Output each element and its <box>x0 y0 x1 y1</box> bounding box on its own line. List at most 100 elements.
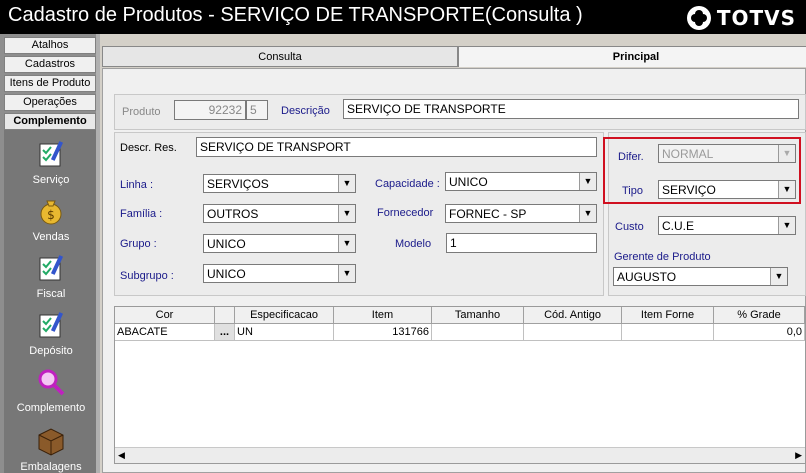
difer-value: NORMAL <box>662 147 714 161</box>
chevron-down-icon[interactable]: ▼ <box>778 145 795 162</box>
nav-operacoes[interactable]: Operações <box>4 94 96 111</box>
tab-bar: Consulta Principal <box>100 46 806 68</box>
menu-item-label: Embalagens <box>20 461 82 473</box>
grid-header-lookup[interactable] <box>215 307 235 324</box>
grid-header-item-forne[interactable]: Item Forne <box>622 307 714 324</box>
scroll-left-icon[interactable]: ◀ <box>118 450 125 461</box>
tipo-value: SERVIÇO <box>662 183 716 197</box>
subgrupo-value: UNICO <box>207 267 246 281</box>
produto-digit-field[interactable]: 5 <box>246 100 268 120</box>
fornecedor-select[interactable]: FORNEC - SP ▼ <box>445 204 597 223</box>
checklist-icon <box>39 255 64 281</box>
gerente-label: Gerente de Produto <box>614 251 711 263</box>
descr-res-field[interactable]: SERVIÇO DE TRANSPORT <box>196 137 597 157</box>
menu-item-label: Fiscal <box>36 288 66 300</box>
gerente-select[interactable]: AUGUSTO ▼ <box>613 267 788 286</box>
box-icon <box>38 428 64 456</box>
linha-label: Linha : <box>120 179 154 191</box>
nav-itens-de-produto[interactable]: Itens de Produto <box>4 75 96 92</box>
capacidade-value: UNICO <box>449 175 488 189</box>
grid-header-item[interactable]: Item <box>334 307 432 324</box>
tab-consulta[interactable]: Consulta <box>102 46 458 67</box>
menu-item-label: Depósito <box>29 345 73 357</box>
custo-label: Custo <box>615 221 644 233</box>
scroll-right-icon[interactable]: ▶ <box>795 450 802 461</box>
familia-value: OUTROS <box>207 207 259 221</box>
window-title: Cadastro de Produtos - SERVIÇO DE TRANSP… <box>8 4 583 26</box>
menu-item-servico[interactable]: Serviço <box>4 138 98 186</box>
chevron-down-icon[interactable]: ▼ <box>770 268 787 285</box>
chevron-down-icon[interactable]: ▼ <box>338 205 355 222</box>
fornecedor-value: FORNEC - SP <box>449 207 527 221</box>
descricao-field[interactable]: SERVIÇO DE TRANSPORTE <box>343 99 799 119</box>
sidebar-menu: Serviço $ Vendas Fiscal Depósito Complem… <box>4 130 98 473</box>
grid-cell-item-forne[interactable] <box>622 324 714 341</box>
grid-header-tamanho[interactable]: Tamanho <box>432 307 524 324</box>
difer-label: Difer. <box>618 151 644 163</box>
menu-item-deposito[interactable]: Depósito <box>4 309 98 357</box>
difer-select[interactable]: NORMAL ▼ <box>658 144 796 163</box>
custo-select[interactable]: C.U.E ▼ <box>658 216 796 235</box>
totvs-logo-text: TOTVS <box>716 6 796 30</box>
nav-complemento[interactable]: Complemento <box>4 113 96 130</box>
chevron-down-icon[interactable]: ▼ <box>579 205 596 222</box>
sidebar-scrollbar[interactable] <box>96 34 100 473</box>
menu-item-fiscal[interactable]: Fiscal <box>4 252 98 300</box>
descricao-label: Descrição <box>281 105 330 117</box>
menu-item-embalagens[interactable]: Embalagens <box>4 425 98 473</box>
chevron-down-icon[interactable]: ▼ <box>778 181 795 198</box>
product-grid[interactable]: Cor Especificacao Item Tamanho Cód. Anti… <box>114 306 806 464</box>
checklist-icon <box>39 141 64 167</box>
grid-cell-cod-antigo[interactable] <box>524 324 622 341</box>
totvs-logo-icon <box>686 6 711 30</box>
grid-header-cod-antigo[interactable]: Cód. Antigo <box>524 307 622 324</box>
grid-header-grade[interactable]: % Grade <box>714 307 805 324</box>
title-bar: Cadastro de Produtos - SERVIÇO DE TRANSP… <box>0 0 806 34</box>
tipo-select[interactable]: SERVIÇO ▼ <box>658 180 796 199</box>
checklist-icon <box>39 312 64 338</box>
grid-cell-especificacao[interactable]: UN <box>235 324 334 341</box>
grid-header-especificacao[interactable]: Especificacao <box>235 307 334 324</box>
fornecedor-label: Fornecedor <box>377 207 434 219</box>
custo-value: C.U.E <box>662 219 695 233</box>
grid-cell-tamanho[interactable] <box>432 324 524 341</box>
chevron-down-icon[interactable]: ▼ <box>338 265 355 282</box>
menu-item-complemento[interactable]: Complemento <box>4 366 98 414</box>
menu-item-label: Complemento <box>16 402 86 414</box>
linha-select[interactable]: SERVIÇOS ▼ <box>203 174 356 193</box>
grid-cell-grade[interactable]: 0,0 <box>714 324 805 341</box>
subgrupo-label: Subgrupo : <box>120 270 174 282</box>
menu-item-label: Serviço <box>32 174 70 186</box>
chevron-down-icon[interactable]: ▼ <box>579 173 596 190</box>
svg-text:$: $ <box>47 208 55 222</box>
grupo-select[interactable]: UNICO ▼ <box>203 234 356 253</box>
menu-item-label: Vendas <box>32 231 70 243</box>
nav-atalhos[interactable]: Atalhos <box>4 37 96 54</box>
tipo-label: Tipo <box>622 185 643 197</box>
grupo-label: Grupo : <box>120 238 157 250</box>
modelo-field[interactable]: 1 <box>446 233 597 253</box>
menu-item-vendas[interactable]: $ Vendas <box>4 195 98 243</box>
linha-value: SERVIÇOS <box>207 177 269 191</box>
capacidade-label: Capacidade : <box>375 178 440 190</box>
descr-res-label: Descr. Res. <box>120 142 177 154</box>
nav-cadastros[interactable]: Cadastros <box>4 56 96 73</box>
familia-label: Família : <box>120 208 163 220</box>
chevron-down-icon[interactable]: ▼ <box>778 217 795 234</box>
money-bag-icon: $ <box>40 200 62 225</box>
grid-cell-cor[interactable]: ABACATE <box>115 324 215 341</box>
grid-cell-item[interactable]: 131766 <box>334 324 432 341</box>
ellipsis-button[interactable]: ... <box>215 324 235 341</box>
produto-code-field[interactable]: 92232 <box>174 100 246 120</box>
tab-principal[interactable]: Principal <box>458 46 806 67</box>
totvs-logo: TOTVS <box>686 6 796 30</box>
capacidade-select[interactable]: UNICO ▼ <box>445 172 597 191</box>
familia-select[interactable]: OUTROS ▼ <box>203 204 356 223</box>
chevron-down-icon[interactable]: ▼ <box>338 235 355 252</box>
modelo-label: Modelo <box>395 238 432 250</box>
chevron-down-icon[interactable]: ▼ <box>338 175 355 192</box>
subgrupo-select[interactable]: UNICO ▼ <box>203 264 356 283</box>
grid-horizontal-scrollbar[interactable]: ◀ ▶ <box>115 447 805 463</box>
magnifier-icon <box>38 369 65 396</box>
grid-header-cor[interactable]: Cor <box>115 307 215 324</box>
